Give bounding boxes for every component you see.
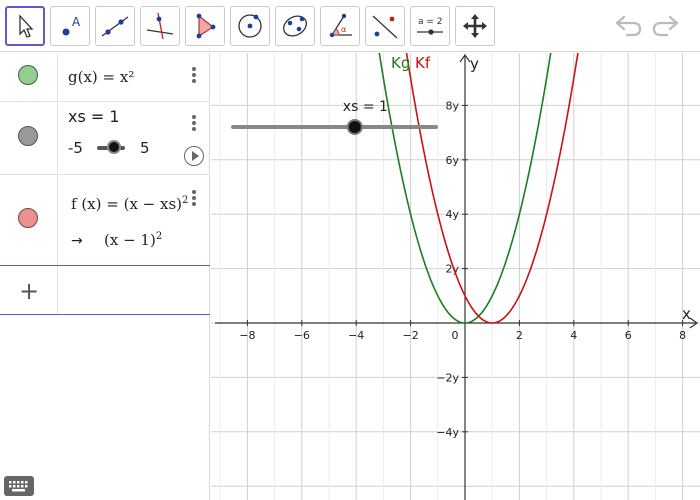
x-tick-label: −2 <box>402 329 418 342</box>
x-tick-label: 4 <box>570 329 577 342</box>
slider-tool-button[interactable]: a = 2 <box>410 6 450 46</box>
y-tick-label: 6y <box>445 154 459 167</box>
visibility-toggle-xs[interactable] <box>18 126 38 146</box>
svg-text:a = 2: a = 2 <box>418 17 443 27</box>
svg-text:α: α <box>341 25 346 34</box>
slider-min-label: -5 <box>68 139 83 157</box>
ellipse-icon <box>283 15 307 37</box>
algebra-item-xs-label[interactable]: xs = 1 <box>68 107 120 126</box>
redo-icon <box>652 15 679 37</box>
f-definition-exponent: 2 <box>182 195 189 206</box>
item-menu-g-button[interactable] <box>192 65 198 85</box>
f-result-exponent: 2 <box>155 231 163 242</box>
x-tick-label: 2 <box>516 329 523 342</box>
curve-label-Kf: Kf <box>415 54 431 72</box>
point-tool-button[interactable]: A <box>50 6 90 46</box>
graphics-slider[interactable]: xs = 1 <box>231 99 438 135</box>
point-icon: A <box>62 15 81 36</box>
y-axis-name: y <box>470 55 479 73</box>
undo-button[interactable] <box>613 12 643 42</box>
add-item-icon[interactable]: + <box>19 279 39 303</box>
y-tick-label: −2y <box>436 371 459 384</box>
x-axis-name: x <box>682 305 691 323</box>
reflect-tool-button[interactable] <box>365 6 405 46</box>
y-tick-label: 8y <box>445 99 459 112</box>
algebra-item-f-result: (x − 1)2 <box>104 231 162 249</box>
x-tick-label: 6 <box>625 329 632 342</box>
algebra-slider-knob[interactable] <box>106 140 121 154</box>
row-divider <box>0 174 210 175</box>
move-tool-button[interactable] <box>5 6 45 46</box>
slider-max-label: 5 <box>140 139 150 157</box>
f-result-text: (x − 1) <box>104 231 156 249</box>
x-tick-label: 0 <box>452 329 459 342</box>
item-menu-f-button[interactable] <box>192 188 198 208</box>
polygon-tool-button[interactable] <box>185 6 225 46</box>
row-divider-active <box>0 265 210 266</box>
play-animation-button[interactable] <box>184 146 204 166</box>
function-curves[interactable] <box>372 53 585 324</box>
algebra-item-f-definition[interactable]: f (x) = (x − xs)2 <box>71 195 188 213</box>
graph-canvas[interactable]: −8 −6 −4 −2 0 2 4 6 88y6y4y2y−2y−4yxy Kg Kf xs = … <box>211 53 700 500</box>
algebra-item-g-expression[interactable]: g(x) = x² <box>68 68 134 86</box>
redo-button[interactable] <box>651 12 681 42</box>
undo-icon <box>615 15 642 37</box>
polygon-icon <box>196 13 216 39</box>
visibility-toggle-g[interactable] <box>18 65 38 85</box>
keyboard-icon <box>9 481 28 492</box>
x-tick-label: −6 <box>294 329 310 342</box>
angle-tool-button[interactable]: α <box>320 6 360 46</box>
input-row-divider <box>0 314 210 315</box>
keyboard-button[interactable] <box>4 476 34 496</box>
curve-label-Kg: Kg <box>391 54 410 72</box>
perpendicular-line-icon <box>146 12 174 40</box>
y-tick-label: 4y <box>445 208 459 221</box>
line-tool-button[interactable] <box>95 6 135 46</box>
visibility-toggle-f[interactable] <box>18 208 38 228</box>
y-tick-label: −4y <box>436 426 459 439</box>
move-graphics-tool-button[interactable] <box>455 6 495 46</box>
x-tick-label: −4 <box>348 329 364 342</box>
row-divider <box>0 101 210 102</box>
circle-icon <box>238 14 262 38</box>
x-tick-label: −8 <box>239 329 255 342</box>
f-definition-text: f (x) = (x − xs) <box>71 195 183 213</box>
item-menu-xs-button[interactable] <box>192 113 198 133</box>
result-arrow-icon: → <box>71 233 83 249</box>
ellipse-tool-button[interactable] <box>275 6 315 46</box>
x-tick-label: 8 <box>679 329 686 342</box>
toolbar: A α a = 2 <box>0 0 700 52</box>
svg-text:A: A <box>72 15 81 29</box>
algebra-view: g(x) = x² xs = 1 -5 5 f (x) = (x − xs)2 … <box>0 53 210 500</box>
move-arrow-icon <box>19 14 34 38</box>
line-icon <box>101 16 129 37</box>
graphics-slider-knob[interactable] <box>346 119 363 135</box>
reflect-icon <box>372 15 398 39</box>
graphics-slider-label: xs = 1 <box>343 99 388 115</box>
slider-icon: a = 2 <box>417 17 443 35</box>
angle-icon: α <box>329 13 352 38</box>
algebra-empty-area <box>0 315 209 500</box>
perpendicular-line-tool-button[interactable] <box>140 6 180 46</box>
circle-tool-button[interactable] <box>230 6 270 46</box>
move-graphics-icon <box>463 14 487 38</box>
graphics-view[interactable]: −8 −6 −4 −2 0 2 4 6 8 8y 6y 4y 2y −2y −4y x y Kg Kf xs = … <box>211 53 700 500</box>
